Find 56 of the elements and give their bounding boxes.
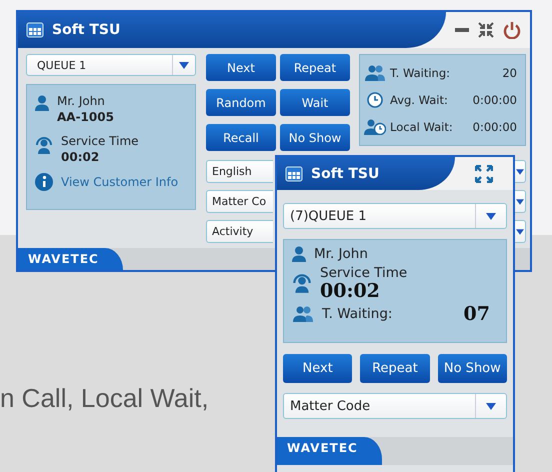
- view-customer-info-link[interactable]: View Customer Info: [61, 175, 178, 189]
- customer-name: Mr. John: [57, 93, 106, 109]
- grid-icon: [26, 22, 44, 38]
- action-button[interactable]: Next: [283, 354, 352, 383]
- service-time-label: Service Time: [61, 133, 139, 149]
- action-button[interactable]: Repeat: [360, 354, 430, 383]
- stat-label: Local Wait:: [390, 120, 454, 134]
- action-button[interactable]: Wait: [280, 89, 350, 116]
- action-button[interactable]: Recall: [206, 124, 276, 151]
- window-title: Soft TSU: [311, 166, 380, 182]
- person-icon: [292, 246, 306, 262]
- dropdown-arrow-button[interactable]: [514, 220, 526, 243]
- window-title: Soft TSU: [52, 22, 120, 38]
- queue-dropdown[interactable]: (7)QUEUE 1: [283, 203, 507, 229]
- queue-dropdown[interactable]: QUEUE 1: [26, 54, 196, 76]
- service-time: 00:02: [320, 281, 381, 301]
- matter-code-dropdown[interactable]: Matter Code: [283, 393, 507, 419]
- stat-value: 20: [502, 66, 517, 80]
- person-icon: [35, 95, 49, 111]
- service-time: 00:02: [61, 149, 100, 165]
- action-button[interactable]: Random: [206, 89, 276, 116]
- action-button[interactable]: Next: [206, 54, 276, 81]
- ticket-number: AA-1005: [57, 109, 114, 125]
- waiting-count: 07: [464, 304, 491, 324]
- action-button[interactable]: No Show: [438, 354, 507, 383]
- grid-icon: [285, 166, 303, 182]
- page-text: n Call, Local Wait,: [0, 383, 209, 414]
- dropdown-arrow-button[interactable]: [514, 190, 526, 213]
- customer-name: Mr. John: [314, 246, 368, 262]
- info-icon: [35, 173, 53, 191]
- brand-logo: WAVETEC: [18, 248, 123, 270]
- shrink-icon[interactable]: [478, 22, 494, 38]
- stat-label: Avg. Wait:: [390, 92, 449, 107]
- dropdown-arrow-icon: [179, 62, 189, 68]
- option-dropdown[interactable]: Activity: [206, 220, 273, 243]
- option-dropdown[interactable]: Matter Co: [206, 190, 273, 213]
- expand-icon[interactable]: [475, 164, 493, 182]
- action-button[interactable]: Repeat: [280, 54, 350, 81]
- dropdown-arrow-icon: [486, 402, 496, 410]
- brand-logo: WAVETEC: [277, 437, 382, 465]
- people-clock-icon: [364, 119, 386, 136]
- people-icon: [292, 306, 314, 322]
- option-dropdown[interactable]: English: [206, 160, 273, 183]
- dropdown-arrow-icon: [486, 212, 496, 220]
- stat-value: 0:00:00: [472, 92, 517, 107]
- clock-icon: [364, 92, 386, 108]
- action-button[interactable]: No Show: [280, 124, 350, 151]
- people-icon: [364, 64, 386, 81]
- headset-icon: [292, 272, 312, 294]
- service-time-label: Service Time: [320, 265, 408, 281]
- waiting-label: T. Waiting:: [322, 306, 392, 322]
- dropdown-arrow-button[interactable]: [514, 160, 526, 183]
- power-icon[interactable]: [503, 21, 521, 39]
- stat-value: 0:00:00: [472, 120, 517, 134]
- stat-label: T. Waiting:: [390, 66, 452, 80]
- headset-icon: [35, 135, 53, 155]
